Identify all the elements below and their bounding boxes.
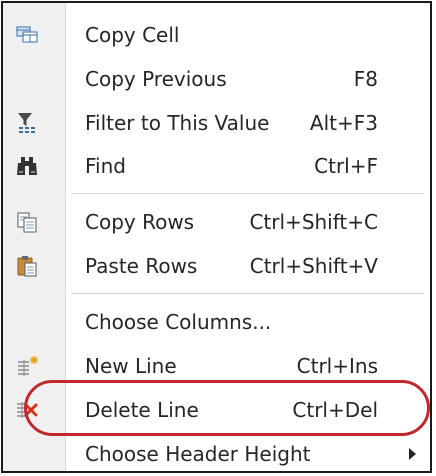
menu-item-copy-previous[interactable]: Copy Previous F8 [3,59,430,99]
menu-item-copy-rows[interactable]: Copy Rows Ctrl+Shift+C [3,202,430,242]
filter-icon [15,111,39,135]
new-line-icon [15,354,39,378]
menu-item-label: Delete Line [85,398,199,422]
menu-item-shortcut: Ctrl+Shift+V [249,254,378,278]
menu-item-choose-header-height[interactable]: Choose Header Height [3,434,430,474]
menu-item-label: Find [85,154,126,178]
binoculars-icon [15,154,39,178]
menu-item-shortcut: Ctrl+Ins [296,354,378,378]
menu-separator [71,193,424,194]
menu-item-label: Copy Previous [85,67,227,91]
menu-item-label: Filter to This Value [85,111,270,135]
menu-item-choose-columns[interactable]: Choose Columns... [3,302,430,342]
menu-item-label: Copy Rows [85,210,195,234]
menu-item-label: Paste Rows [85,254,198,278]
menu-item-copy-cell[interactable]: Copy Cell [3,15,430,55]
copy-cell-icon [15,23,39,47]
paste-icon [15,254,39,278]
menu-item-delete-line[interactable]: Delete Line Ctrl+Del [3,390,430,430]
menu-item-new-line[interactable]: New Line Ctrl+Ins [3,346,430,386]
menu-item-filter-to-this-value[interactable]: Filter to This Value Alt+F3 [3,103,430,143]
menu-item-shortcut: Alt+F3 [309,111,378,135]
menu-separator [71,293,424,294]
submenu-arrow-icon [409,448,416,460]
menu-item-label: Copy Cell [85,23,180,47]
context-menu: Copy Cell Copy Previous F8 Filter to Thi… [1,1,432,473]
menu-item-label: Choose Header Height [85,442,311,466]
menu-item-shortcut: Ctrl+Del [292,398,378,422]
delete-line-icon [15,398,39,422]
menu-item-label: Choose Columns... [85,310,272,334]
menu-item-shortcut: Ctrl+F [314,154,378,178]
menu-item-find[interactable]: Find Ctrl+F [3,146,430,186]
copy-rows-icon [15,210,39,234]
menu-item-paste-rows[interactable]: Paste Rows Ctrl+Shift+V [3,246,430,286]
menu-item-shortcut: Ctrl+Shift+C [249,210,378,234]
menu-item-label: New Line [85,354,177,378]
menu-item-shortcut: F8 [353,67,378,91]
